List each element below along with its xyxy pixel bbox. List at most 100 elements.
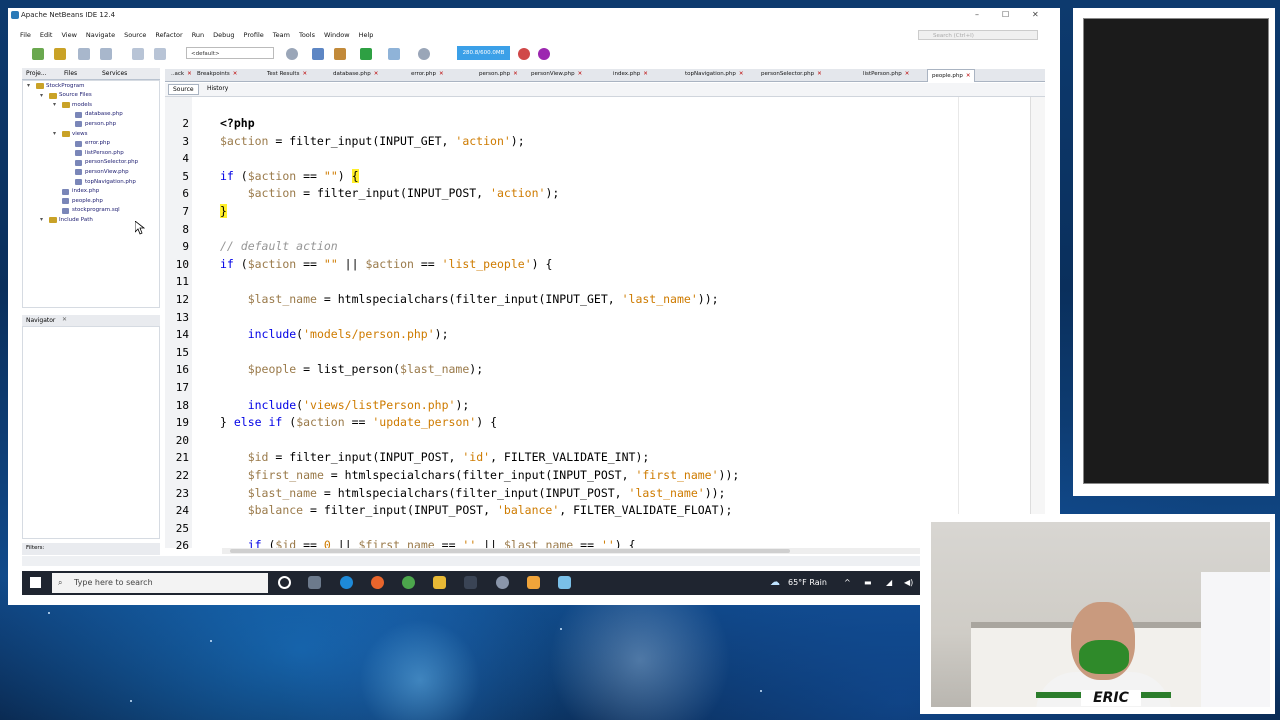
close-tab-icon[interactable]: ✕ [739, 71, 744, 77]
menu-source[interactable]: Source [124, 31, 146, 41]
new-project-icon[interactable] [54, 48, 66, 60]
menu-view[interactable]: View [61, 31, 76, 41]
expand-toggle-icon[interactable]: ▾ [27, 83, 33, 89]
expand-toggle-icon[interactable]: ▾ [53, 102, 59, 108]
tree-item[interactable]: error.php [85, 140, 110, 146]
close-tab-icon[interactable]: ✕ [966, 73, 971, 79]
undo-icon[interactable] [132, 48, 144, 60]
memory-indicator[interactable]: 280.8/600.0MB [457, 46, 510, 60]
minimize-button[interactable]: – [975, 10, 979, 19]
tree-item[interactable]: stockprogram.sql [72, 207, 120, 213]
menu-profile[interactable]: Profile [244, 31, 264, 41]
editor-tab[interactable]: Breakpoints ✕ [197, 71, 237, 77]
close-button[interactable]: ✕ [1032, 10, 1039, 19]
terminal-icon[interactable] [464, 576, 477, 589]
tab-files[interactable]: Files [64, 70, 77, 77]
windows-start-icon[interactable] [30, 577, 41, 588]
taskbar-search-input[interactable]: ⌕ Type here to search [52, 573, 268, 593]
tree-item[interactable]: listPerson.php [85, 150, 124, 156]
editor-vertical-scrollbar[interactable] [1030, 97, 1045, 548]
menu-file[interactable]: File [20, 31, 31, 41]
close-icon[interactable]: ✕ [62, 316, 67, 323]
menu-refactor[interactable]: Refactor [155, 31, 182, 41]
editor-tab[interactable]: error.php ✕ [411, 71, 444, 77]
volume-icon[interactable]: ◀) [904, 578, 913, 587]
network-icon[interactable]: ▬ [864, 578, 872, 587]
netbeans-taskbar-icon[interactable] [527, 576, 540, 589]
menu-window[interactable]: Window [324, 31, 350, 41]
close-tab-icon[interactable]: ✕ [817, 71, 822, 77]
menu-team[interactable]: Team [273, 31, 290, 41]
maximize-button[interactable]: ☐ [1002, 10, 1009, 19]
tab-services[interactable]: Services [102, 70, 127, 77]
firefox-icon[interactable] [371, 576, 384, 589]
redo-icon[interactable] [154, 48, 166, 60]
menu-tools[interactable]: Tools [299, 31, 315, 41]
editor-tab[interactable]: index.php ✕ [613, 71, 648, 77]
source-tab[interactable]: Source [168, 84, 199, 95]
tree-item[interactable]: people.php [72, 198, 103, 204]
editor-tab[interactable]: topNavigation.php ✕ [685, 71, 744, 77]
scroll-thumb[interactable] [230, 549, 790, 553]
tree-item[interactable]: StockProgram [46, 83, 84, 89]
clean-build-icon[interactable] [312, 48, 324, 60]
close-tab-icon[interactable]: ✕ [643, 71, 648, 77]
tree-item[interactable]: database.php [85, 111, 123, 117]
run-icon[interactable] [360, 48, 372, 60]
tab-navigator[interactable]: Navigator [26, 317, 55, 324]
menu-navigate[interactable]: Navigate [86, 31, 115, 41]
close-tab-icon[interactable]: ✕ [233, 71, 238, 77]
menu-edit[interactable]: Edit [40, 31, 53, 41]
editor-tab[interactable]: people.php ✕ [927, 69, 976, 82]
new-file-icon[interactable] [32, 48, 44, 60]
gc-icon[interactable] [518, 48, 530, 60]
expand-toggle-icon[interactable]: ▾ [53, 131, 59, 137]
chevron-up-icon[interactable]: ^ [844, 578, 851, 587]
close-tab-icon[interactable]: ✕ [302, 71, 307, 77]
debug-icon[interactable] [388, 48, 400, 60]
editor-tab[interactable]: personView.php ✕ [531, 71, 582, 77]
tree-item[interactable]: Source Files [59, 92, 92, 98]
editor-tab[interactable]: database.php ✕ [333, 71, 378, 77]
profile-icon[interactable] [418, 48, 430, 60]
file-explorer-icon[interactable] [433, 576, 446, 589]
menu-debug[interactable]: Debug [213, 31, 234, 41]
editor-tab[interactable]: ..ack ✕ [171, 71, 192, 77]
wifi-icon[interactable]: ◢ [886, 578, 892, 587]
expand-toggle-icon[interactable]: ▾ [40, 217, 46, 223]
close-tab-icon[interactable]: ✕ [374, 71, 379, 77]
menu-run[interactable]: Run [192, 31, 204, 41]
weather-text[interactable]: 65°F Rain [788, 578, 827, 587]
tree-item[interactable]: views [72, 131, 88, 137]
task-view-icon[interactable] [308, 576, 321, 589]
config-select[interactable]: <default> [186, 47, 274, 59]
tree-item[interactable]: person.php [85, 121, 116, 127]
chrome-icon[interactable] [402, 576, 415, 589]
edge-icon[interactable] [340, 576, 353, 589]
config-icon[interactable] [286, 48, 298, 60]
tree-item[interactable]: personSelector.php [85, 159, 138, 165]
close-tab-icon[interactable]: ✕ [905, 71, 910, 77]
tree-item[interactable]: index.php [72, 188, 99, 194]
editor-tab[interactable]: personSelector.php ✕ [761, 71, 822, 77]
app-icon[interactable] [558, 576, 571, 589]
tree-item[interactable]: Include Path [59, 217, 93, 223]
open-project-icon[interactable] [78, 48, 90, 60]
close-tab-icon[interactable]: ✕ [513, 71, 518, 77]
history-tab[interactable]: History [207, 85, 228, 92]
ide-search-input[interactable]: Search (Ctrl+I) [918, 30, 1038, 40]
editor-tab[interactable]: Test Results ✕ [267, 71, 307, 77]
save-all-icon[interactable] [100, 48, 112, 60]
profiler-icon[interactable] [538, 48, 550, 60]
tree-item[interactable]: topNavigation.php [85, 179, 136, 185]
tab-projects[interactable]: Proje... [26, 70, 47, 77]
editor-tab[interactable]: person.php ✕ [479, 71, 518, 77]
expand-toggle-icon[interactable]: ▾ [40, 92, 46, 99]
tree-item[interactable]: personView.php [85, 169, 129, 175]
close-tab-icon[interactable]: ✕ [187, 71, 192, 77]
build-icon[interactable] [334, 48, 346, 60]
close-tab-icon[interactable]: ✕ [439, 71, 444, 77]
cortana-icon[interactable] [278, 576, 291, 589]
settings-icon[interactable] [496, 576, 509, 589]
close-tab-icon[interactable]: ✕ [578, 71, 583, 77]
